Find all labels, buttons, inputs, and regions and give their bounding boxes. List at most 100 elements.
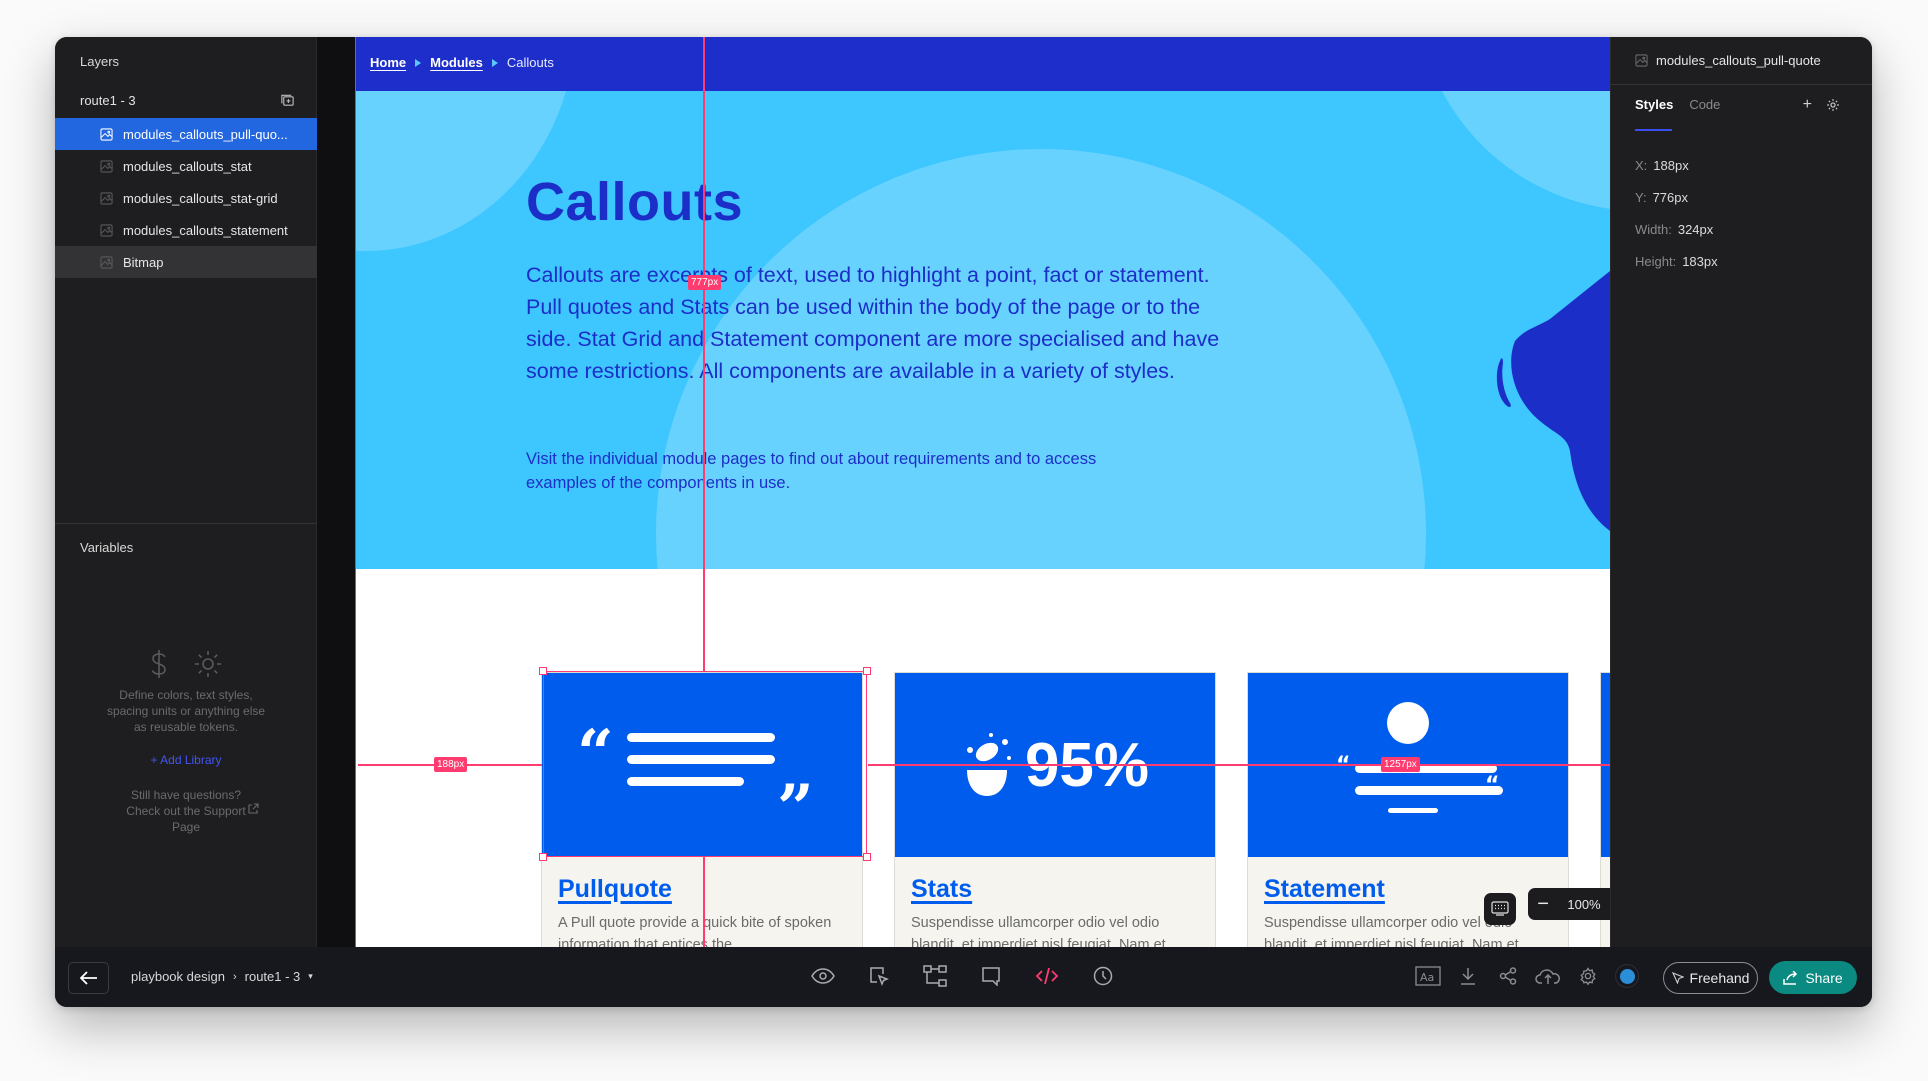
share-nodes-icon [1499, 967, 1517, 985]
inspector-header: modules_callouts_pull-quote [1611, 37, 1872, 85]
svg-text:”: ” [777, 771, 814, 815]
tab-styles[interactable]: Styles [1635, 97, 1673, 112]
back-button[interactable] [68, 962, 109, 994]
chevron-right-icon [491, 58, 498, 67]
code-button[interactable] [1034, 963, 1060, 989]
project-name[interactable]: playbook design [131, 969, 225, 984]
pen-cursor-icon [1671, 972, 1684, 984]
chevron-right-icon: › [232, 970, 237, 983]
comment-button[interactable] [978, 963, 1004, 989]
tab-code[interactable]: Code [1689, 97, 1720, 112]
share-label: Share [1805, 969, 1843, 986]
measure-label-left: 188px [434, 757, 468, 772]
prop-height: Height: 183px [1635, 245, 1718, 277]
prop-key: Width: [1635, 221, 1672, 237]
settings-icon[interactable] [1826, 98, 1840, 112]
breadcrumb-home[interactable]: Home [370, 55, 406, 70]
breadcrumb-current: Callouts [506, 55, 554, 70]
card-pullquote[interactable]: “ ” Pullquote A Pull quote provide a qui… [541, 672, 863, 947]
keyboard-shortcuts-button[interactable] [1484, 893, 1516, 925]
add-library-link[interactable]: + Add Library [150, 753, 221, 767]
prop-value: 324px [1677, 221, 1714, 237]
code-icon [1035, 967, 1059, 985]
inspector-tabs: Styles Code [1635, 97, 1720, 112]
eye-icon [811, 968, 835, 984]
sun-icon [195, 651, 221, 677]
callout-cards: “ ” Pullquote A Pull quote provide a qui… [541, 672, 1610, 947]
breadcrumb: Home Modules Callouts [370, 55, 554, 70]
layer-label: modules_callouts_stat [123, 158, 252, 174]
typography-button[interactable]: Aa [1415, 963, 1441, 989]
project-breadcrumb: playbook design › route1 - 3 ▾ [131, 969, 313, 984]
image-icon [100, 223, 113, 237]
layer-item-pull-quote[interactable]: modules_callouts_pull-quo... [55, 118, 317, 150]
history-button[interactable] [1090, 963, 1116, 989]
card-statement[interactable]: “ “ Statement Suspendisse ullamcorper od… [1247, 672, 1569, 947]
layer-item-stat-grid[interactable]: modules_callouts_stat-grid [55, 182, 317, 214]
zoom-control: − 100% + [1528, 888, 1610, 920]
measure-line-right [868, 764, 1610, 766]
settings-button[interactable] [1575, 963, 1601, 989]
inspect-button[interactable] [866, 963, 892, 989]
app-window: Layers route1 - 3 modules_callouts_pull-… [55, 37, 1872, 1007]
share-button[interactable]: Share [1769, 961, 1857, 994]
layer-label: Bitmap [123, 254, 164, 270]
page-frame: Home Modules Callouts Callouts Callouts … [355, 37, 1610, 947]
breadcrumb-modules[interactable]: Modules [430, 55, 483, 70]
variables-text-1: Define colors, text styles, [119, 688, 253, 702]
layer-label: modules_callouts_stat-grid [123, 190, 278, 206]
zoom-level: 100% [1567, 896, 1601, 912]
select-cursor-icon [870, 967, 889, 986]
share-link-button[interactable] [1495, 963, 1521, 989]
flow-icon [923, 965, 947, 987]
add-group-icon[interactable] [280, 93, 295, 108]
layer-label: modules_callouts_statement [123, 222, 288, 238]
selected-element-name: modules_callouts_pull-quote [1656, 53, 1821, 68]
keyboard-icon [1491, 901, 1509, 916]
measure-line-bottom [703, 857, 705, 947]
status-dot-icon [1619, 968, 1635, 984]
svg-text:“: “ [1485, 773, 1499, 798]
flow-button[interactable] [922, 963, 948, 989]
prop-y: Y: 776px [1635, 181, 1718, 213]
mode-tools [810, 963, 1116, 989]
prop-key: X: [1635, 157, 1648, 173]
image-icon [1635, 54, 1648, 67]
prop-value: 188px [1653, 157, 1689, 173]
image-icon [100, 127, 113, 141]
download-icon [1461, 968, 1475, 985]
text-style-icon: Aa [1415, 966, 1441, 986]
status-indicator[interactable] [1615, 964, 1639, 988]
support-link[interactable]: Still have questions? Check out the Supp… [55, 787, 317, 835]
prop-key: Height: [1635, 253, 1677, 269]
measure-label-right: 1257px [1381, 757, 1420, 772]
freehand-button[interactable]: Freehand [1663, 962, 1758, 994]
add-icon[interactable]: + [1803, 96, 1812, 114]
pullquote-thumbnail: “ ” [542, 673, 862, 857]
upload-button[interactable] [1535, 963, 1561, 989]
layer-item-stat[interactable]: modules_callouts_stat [55, 150, 317, 182]
card-title[interactable]: Pullquote [558, 875, 846, 904]
design-canvas[interactable]: Home Modules Callouts Callouts Callouts … [317, 37, 1610, 947]
card-title[interactable]: Stats [911, 875, 1199, 904]
chevron-down-icon[interactable]: ▾ [308, 971, 313, 982]
preview-button[interactable] [810, 963, 836, 989]
card-stats[interactable]: 95% Stats Suspendisse ullamcorper odio v… [894, 672, 1216, 947]
layer-item-bitmap[interactable]: Bitmap [55, 246, 317, 278]
layer-item-statement[interactable]: modules_callouts_statement [55, 214, 317, 246]
route-name[interactable]: route1 - 3 [245, 969, 301, 984]
zoom-out-button[interactable]: − [1537, 893, 1549, 916]
variables-text-3: as reusable tokens. [133, 720, 239, 734]
utility-tools: Aa [1415, 963, 1639, 989]
panel-divider [55, 523, 317, 524]
chevron-right-icon [415, 58, 422, 67]
card-text: A Pull quote provide a quick bite of spo… [558, 915, 832, 947]
inspector-panel: modules_callouts_pull-quote Styles Code … [1610, 37, 1872, 947]
variables-title: Variables [80, 540, 134, 555]
svg-text:“: “ [577, 716, 614, 791]
route-row[interactable]: route1 - 3 [80, 93, 295, 108]
download-button[interactable] [1455, 963, 1481, 989]
active-tab-indicator [1635, 129, 1672, 131]
variables-empty-state: Define colors, text styles, spacing unit… [55, 647, 317, 835]
svg-text:“: “ [1336, 753, 1350, 778]
